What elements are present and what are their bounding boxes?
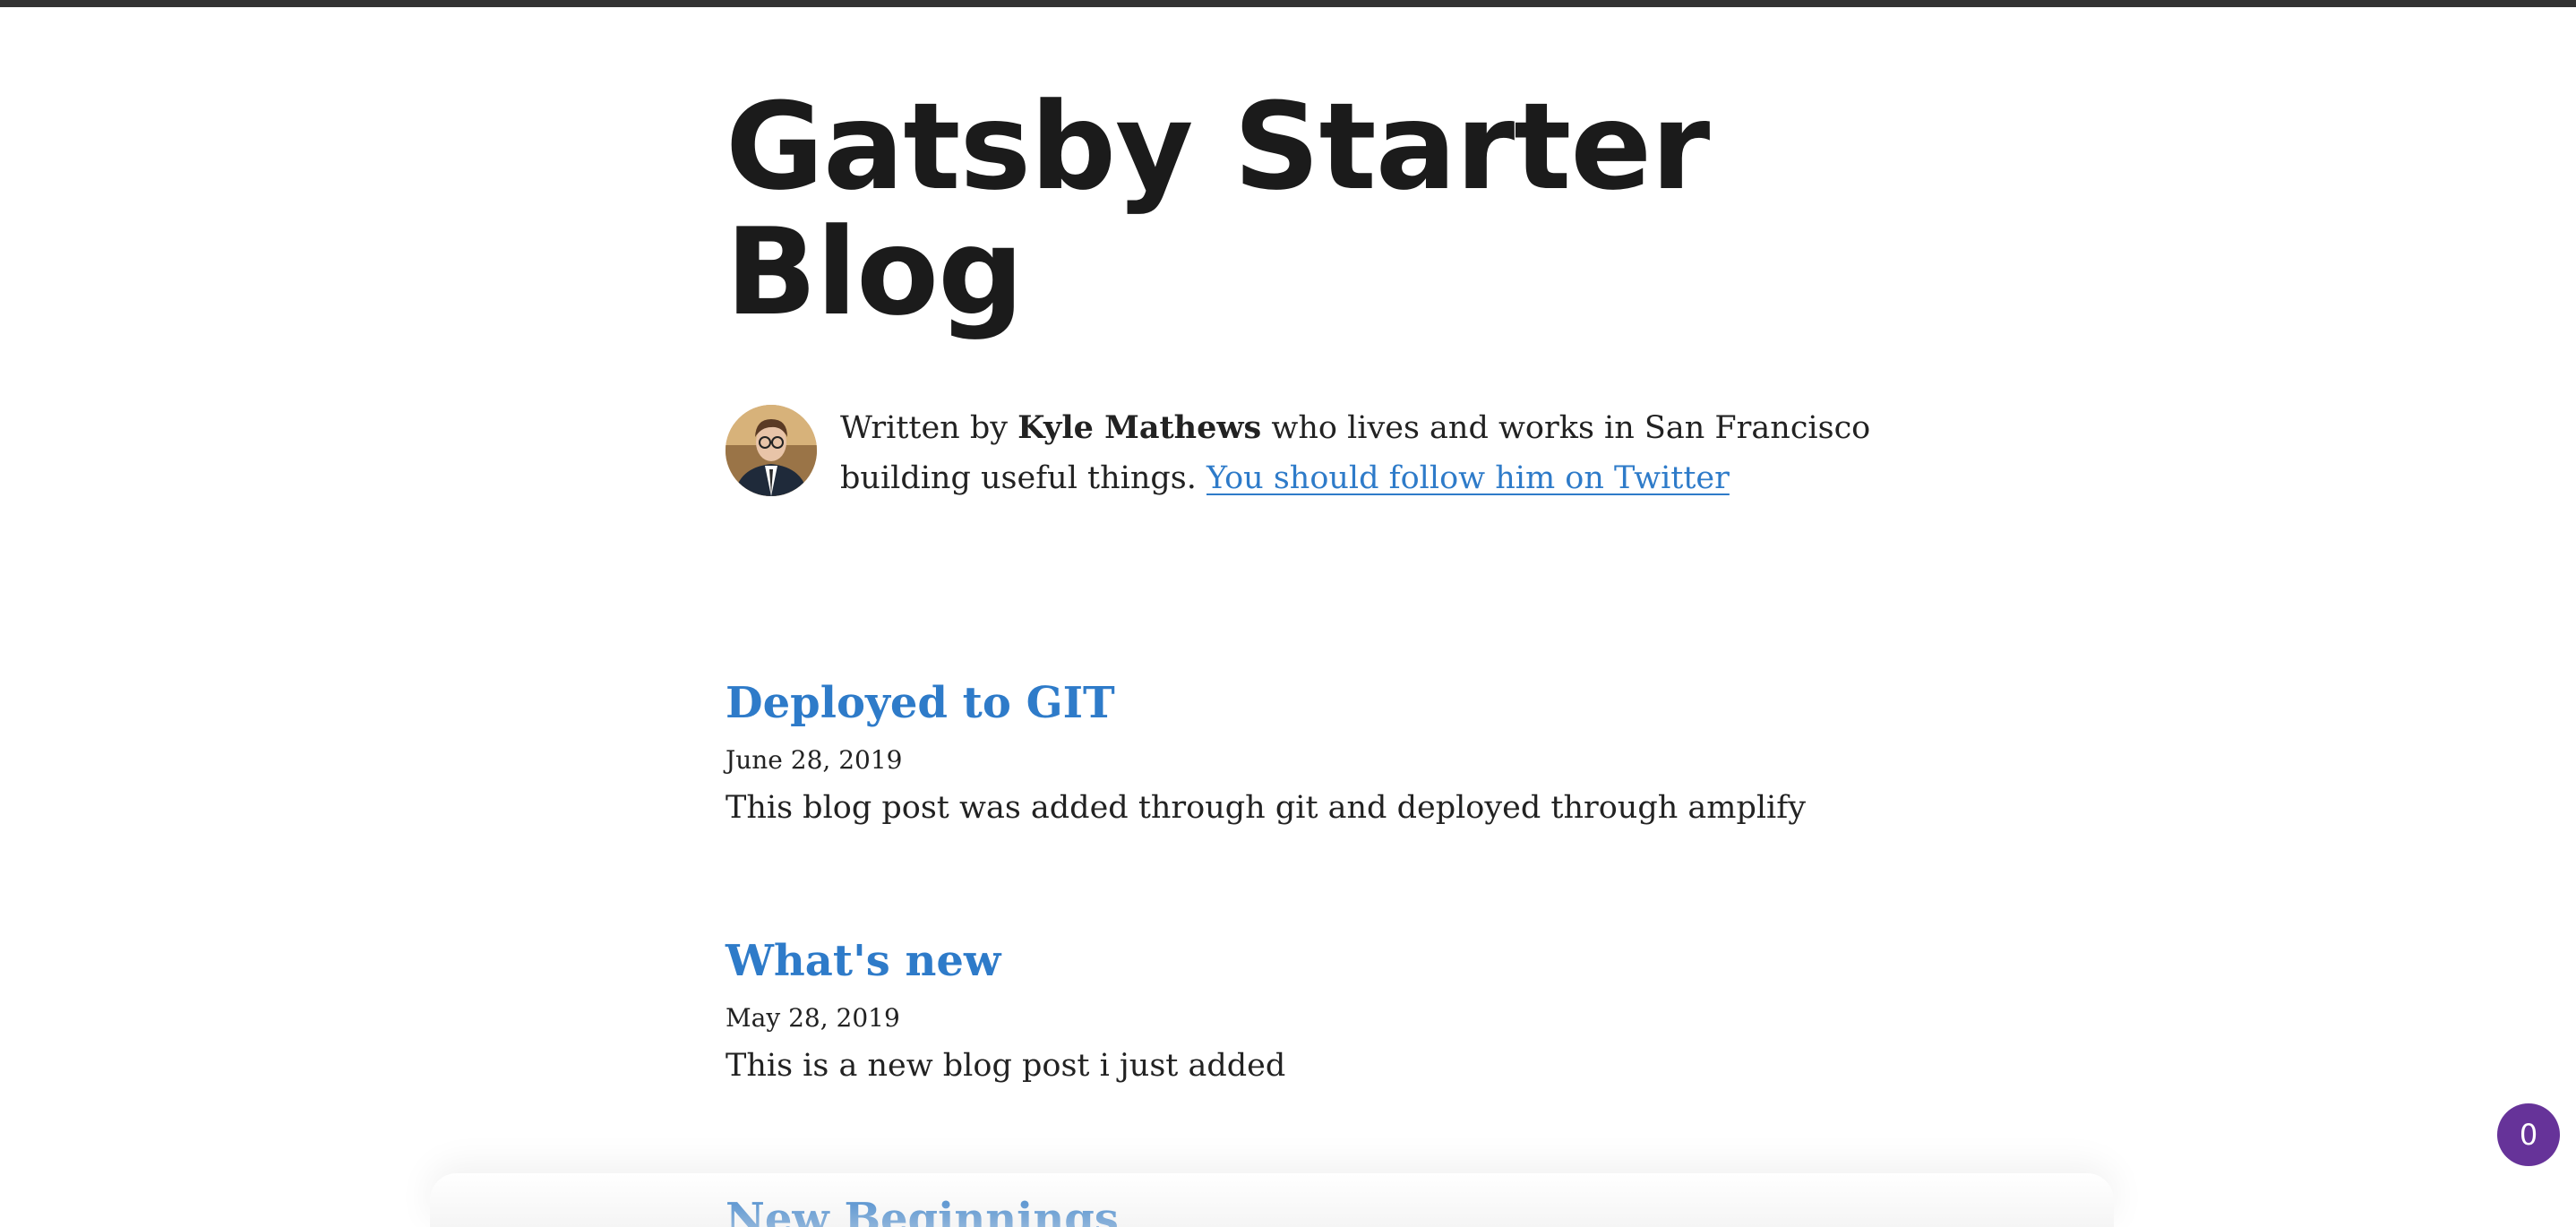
bio-prefix: Written by: [840, 410, 1009, 446]
post-excerpt: This blog post was added through git and…: [726, 790, 1806, 826]
top-border-bar: [0, 0, 2576, 7]
twitter-link[interactable]: You should follow him on Twitter: [1206, 460, 1730, 496]
post-excerpt: This is a new blog post i just added: [726, 1048, 1286, 1084]
post-title-link[interactable]: What's new: [726, 930, 1890, 992]
author-avatar: [726, 405, 817, 496]
post-date: May 28, 2019: [726, 1003, 900, 1033]
post-item: What's new May 28, 2019 This is a new bl…: [726, 930, 1890, 1091]
post-item: New Beginnings: [726, 1188, 1890, 1227]
post-item: Deployed to GIT June 28, 2019 This blog …: [726, 672, 1890, 833]
post-title-link[interactable]: New Beginnings: [726, 1188, 1890, 1227]
counter-badge[interactable]: 0: [2497, 1103, 2560, 1166]
post-date: June 28, 2019: [726, 745, 903, 775]
post-title-link[interactable]: Deployed to GIT: [726, 672, 1890, 734]
bio-text: Written by Kyle Mathews who lives and wo…: [840, 403, 1888, 503]
bio-author-name: Kyle Mathews: [1018, 409, 1262, 446]
author-bio: Written by Kyle Mathews who lives and wo…: [726, 403, 1890, 511]
site-title[interactable]: Gatsby Starter Blog: [726, 84, 1756, 335]
